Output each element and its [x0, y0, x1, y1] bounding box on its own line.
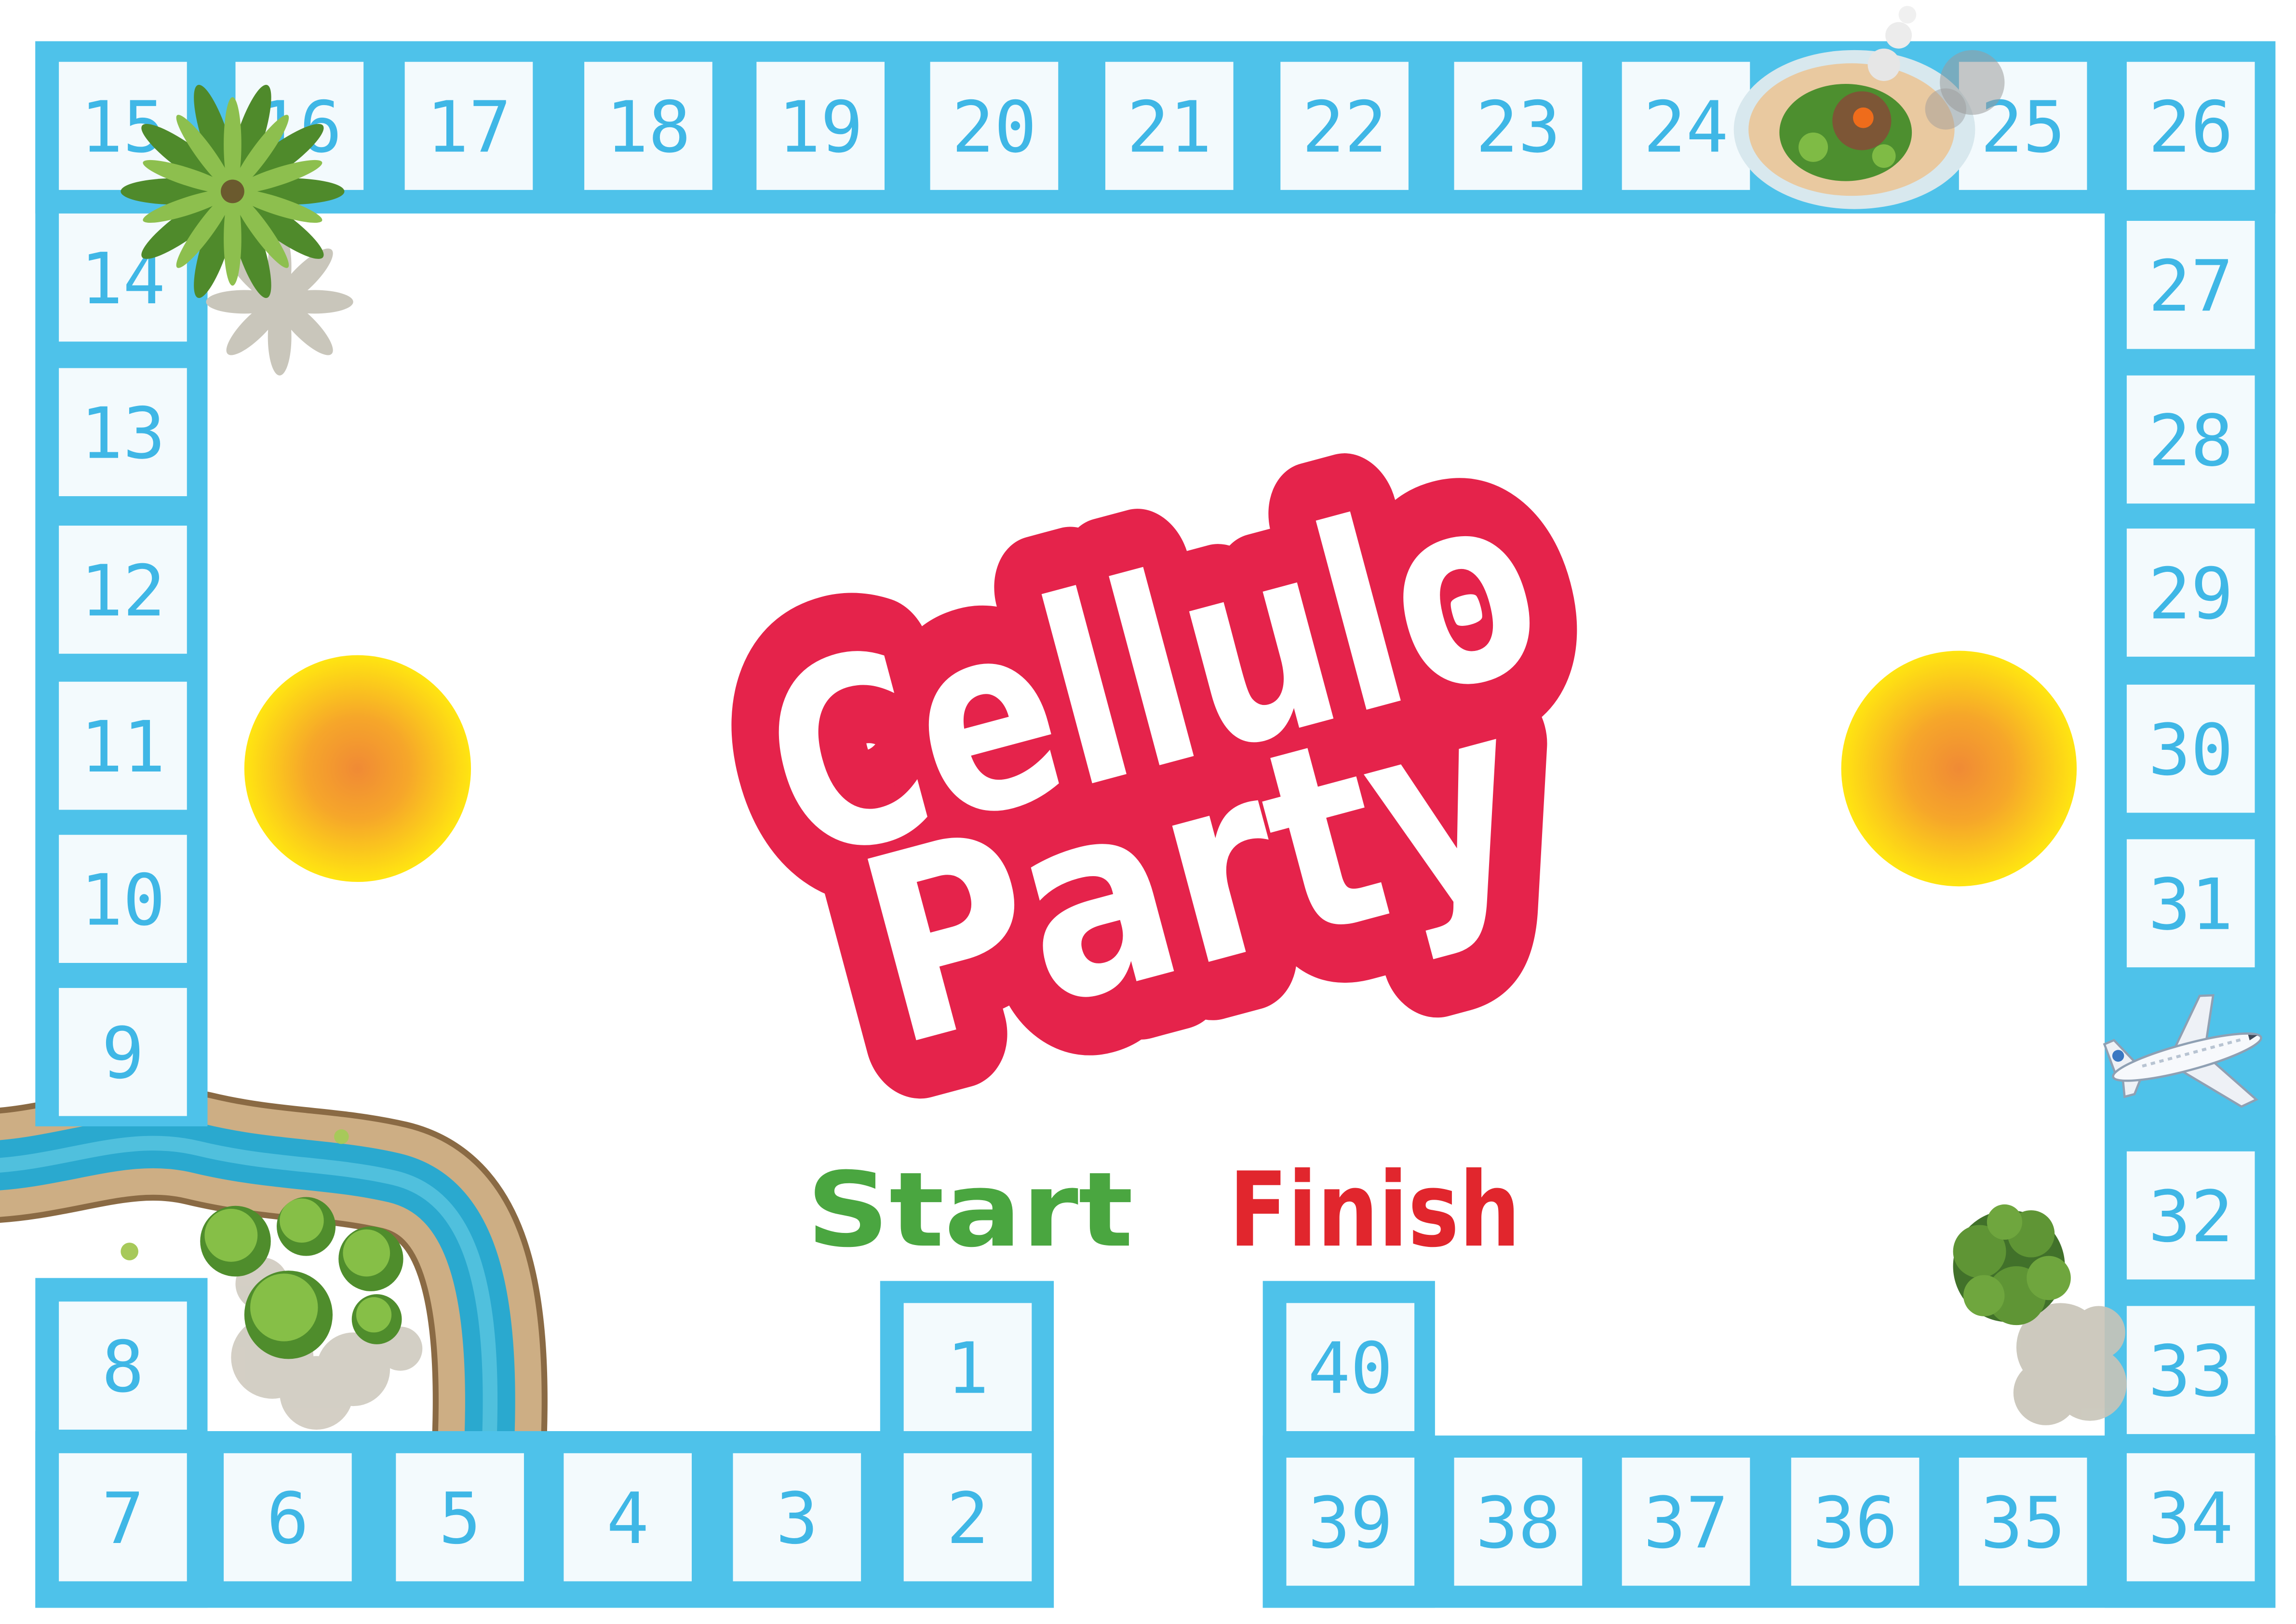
- space-number: 26: [2148, 86, 2233, 169]
- board-space-35: 35: [1959, 1457, 2087, 1586]
- space-number: 36: [1813, 1482, 1897, 1564]
- board-space-29: 29: [2126, 528, 2255, 657]
- board-space-2: 2: [903, 1453, 1032, 1582]
- space-number: 21: [1127, 86, 1212, 169]
- space-number: 27: [2148, 245, 2233, 327]
- space-number: 23: [1476, 86, 1560, 169]
- board-space-40: 40: [1286, 1303, 1415, 1431]
- space-number: 20: [952, 86, 1036, 169]
- space-number: 12: [81, 550, 165, 632]
- space-number: 29: [2148, 553, 2233, 635]
- space-number: 13: [81, 392, 165, 475]
- board-space-22: 22: [1280, 62, 1409, 190]
- board-space-18: 18: [584, 62, 712, 190]
- space-number: 10: [81, 859, 165, 942]
- space-number: 37: [1643, 1482, 1728, 1564]
- board-space-3: 3: [733, 1453, 861, 1582]
- sun-icon: [244, 655, 471, 882]
- board-space-4: 4: [564, 1453, 692, 1582]
- sun-icon: [1841, 650, 2077, 887]
- board-space-1: 1: [903, 1303, 1032, 1431]
- board-space-23: 23: [1454, 62, 1583, 190]
- space-number: 34: [2148, 1477, 2233, 1560]
- space-number: 22: [1302, 86, 1387, 169]
- space-number: 32: [2148, 1176, 2233, 1258]
- board-space-12: 12: [59, 526, 187, 654]
- board-space-30: 30: [2126, 684, 2255, 813]
- board-space-21: 21: [1105, 62, 1234, 190]
- board-space-13: 13: [59, 368, 187, 497]
- board-space-36: 36: [1791, 1457, 1920, 1586]
- space-number: 3: [776, 1477, 818, 1560]
- space-number: 18: [606, 86, 691, 169]
- board-space-20: 20: [930, 62, 1059, 190]
- space-number: 6: [267, 1477, 309, 1560]
- space-number: 35: [1980, 1482, 2065, 1564]
- space-number: 5: [439, 1477, 481, 1560]
- board-space-10: 10: [59, 835, 187, 963]
- space-number: 28: [2148, 400, 2233, 482]
- finish-label: Finish: [1229, 1150, 1520, 1270]
- board-space-37: 37: [1622, 1457, 1750, 1586]
- space-number: 30: [2148, 709, 2233, 791]
- space-number: 11: [81, 706, 165, 788]
- space-number: 39: [1308, 1482, 1393, 1564]
- space-number: 19: [778, 86, 863, 169]
- space-number: 40: [1308, 1327, 1393, 1410]
- board-space-27: 27: [2126, 221, 2255, 349]
- board-space-7: 7: [59, 1453, 187, 1582]
- board-space-38: 38: [1454, 1457, 1583, 1586]
- board-space-34: 34: [2126, 1453, 2255, 1582]
- board-space-11: 11: [59, 681, 187, 810]
- space-number: 24: [1643, 86, 1728, 169]
- start-label: Start: [806, 1150, 1133, 1270]
- board-space-24: 24: [1622, 62, 1750, 190]
- board-space-32: 32: [2126, 1151, 2255, 1280]
- space-number: 4: [606, 1477, 649, 1560]
- board-space-8: 8: [59, 1301, 187, 1430]
- board-space-26: 26: [2126, 62, 2255, 190]
- space-number: 33: [2148, 1330, 2233, 1413]
- board-space-9: 9: [59, 988, 187, 1116]
- space-number: 17: [426, 86, 511, 169]
- space-number: 9: [102, 1012, 144, 1095]
- space-number: 8: [102, 1326, 144, 1408]
- board-space-19: 19: [756, 62, 885, 190]
- board-space-5: 5: [396, 1453, 524, 1582]
- board-space-28: 28: [2126, 375, 2255, 504]
- space-number: 2: [946, 1477, 989, 1560]
- board-space-31: 31: [2126, 839, 2255, 968]
- space-number: 31: [2148, 864, 2233, 946]
- board-space-33: 33: [2126, 1306, 2255, 1435]
- board-space-17: 17: [404, 62, 533, 190]
- space-number: 7: [102, 1477, 144, 1560]
- space-number: 1: [946, 1327, 989, 1410]
- game-board: 1 2 3 4 5 6 7 8 9 10 11 12 13 14 15 16 1…: [0, 0, 2296, 1624]
- board-space-6: 6: [224, 1453, 352, 1582]
- board-space-39: 39: [1286, 1457, 1415, 1586]
- space-number: 38: [1476, 1482, 1560, 1564]
